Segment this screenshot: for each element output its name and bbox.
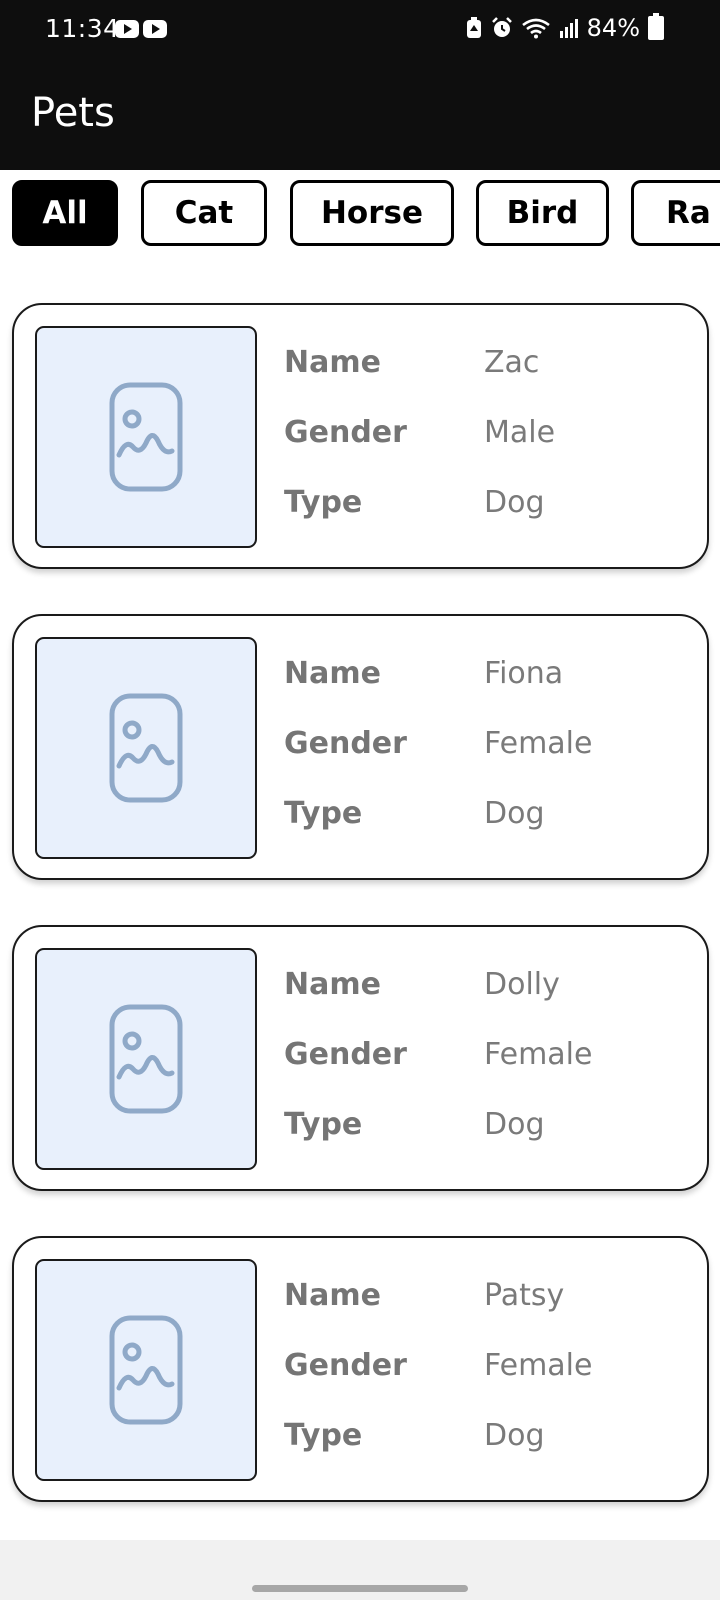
gender-value: Female: [484, 726, 593, 761]
type-value: Dog: [484, 1418, 545, 1453]
type-label: Type: [284, 485, 363, 520]
filter-chip-label: All: [42, 195, 88, 231]
name-value: Dolly: [484, 967, 560, 1002]
screen: 11:34 84% Pets All Cat Horse Bird Ra Nam…: [0, 0, 720, 1600]
gender-row: Gender Female: [284, 726, 694, 766]
app-bar: Pets: [0, 60, 720, 170]
status-time: 11:34: [45, 14, 120, 43]
gender-value: Female: [484, 1037, 593, 1072]
type-value: Dog: [484, 1107, 545, 1142]
status-right: 84%: [465, 13, 664, 42]
pet-image: [35, 1259, 257, 1481]
name-row: Name Zac: [284, 345, 694, 385]
pet-card[interactable]: Name Patsy Gender Female Type Dog: [12, 1236, 709, 1502]
name-label: Name: [284, 1278, 381, 1313]
type-label: Type: [284, 1418, 363, 1453]
battery-percentage: 84%: [586, 14, 640, 42]
gender-label: Gender: [284, 1037, 407, 1072]
name-value: Zac: [484, 345, 540, 380]
name-row: Name Patsy: [284, 1278, 694, 1318]
image-placeholder-icon: [109, 1315, 183, 1425]
name-label: Name: [284, 656, 381, 691]
name-row: Name Fiona: [284, 656, 694, 696]
filter-chip-partial[interactable]: Ra: [631, 180, 720, 246]
type-value: Dog: [484, 796, 545, 831]
type-row: Type Dog: [284, 1107, 694, 1147]
name-value: Patsy: [484, 1278, 565, 1313]
type-value: Dog: [484, 485, 545, 520]
image-placeholder-icon: [109, 382, 183, 492]
filter-chip-label: Bird: [506, 195, 579, 231]
gender-row: Gender Male: [284, 415, 694, 455]
pet-image: [35, 326, 257, 548]
battery-saver-icon: [466, 17, 481, 38]
filter-chip-label: Cat: [174, 195, 234, 231]
system-nav-bar: [0, 1540, 720, 1600]
name-value: Fiona: [484, 656, 564, 691]
filter-chip-all[interactable]: All: [12, 180, 118, 246]
name-label: Name: [284, 345, 381, 380]
filter-chip-label: Ra: [666, 195, 711, 231]
youtube-icon: [115, 20, 139, 38]
type-row: Type Dog: [284, 1418, 694, 1458]
gender-value: Male: [484, 415, 556, 450]
type-label: Type: [284, 796, 363, 831]
gender-label: Gender: [284, 415, 407, 450]
name-label: Name: [284, 967, 381, 1002]
gender-value: Female: [484, 1348, 593, 1383]
image-placeholder-icon: [109, 693, 183, 803]
filter-chip-label: Horse: [320, 195, 423, 231]
page-title: Pets: [31, 90, 115, 136]
filter-chip-horse[interactable]: Horse: [290, 180, 454, 246]
notification-icons: [115, 20, 167, 38]
type-row: Type Dog: [284, 796, 694, 836]
youtube-icon: [143, 20, 167, 38]
status-bar: 11:34 84%: [0, 0, 720, 60]
pet-card[interactable]: Name Dolly Gender Female Type Dog: [12, 925, 709, 1191]
filter-chip-row[interactable]: All Cat Horse Bird Ra: [0, 170, 720, 260]
pet-card[interactable]: Name Zac Gender Male Type Dog: [12, 303, 709, 569]
type-label: Type: [284, 1107, 363, 1142]
filter-chip-cat[interactable]: Cat: [141, 180, 267, 246]
signal-icon: [559, 19, 578, 38]
filter-chip-bird[interactable]: Bird: [476, 180, 609, 246]
gesture-handle[interactable]: [252, 1585, 468, 1592]
gender-label: Gender: [284, 726, 407, 761]
image-placeholder-icon: [109, 1004, 183, 1114]
gender-row: Gender Female: [284, 1037, 694, 1077]
battery-charging-icon: [648, 13, 664, 40]
gender-label: Gender: [284, 1348, 407, 1383]
name-row: Name Dolly: [284, 967, 694, 1007]
alarm-icon: [491, 17, 512, 37]
pet-card[interactable]: Name Fiona Gender Female Type Dog: [12, 614, 709, 880]
pet-image: [35, 637, 257, 859]
wifi-icon: [521, 18, 550, 39]
type-row: Type Dog: [284, 485, 694, 525]
gender-row: Gender Female: [284, 1348, 694, 1388]
pet-image: [35, 948, 257, 1170]
